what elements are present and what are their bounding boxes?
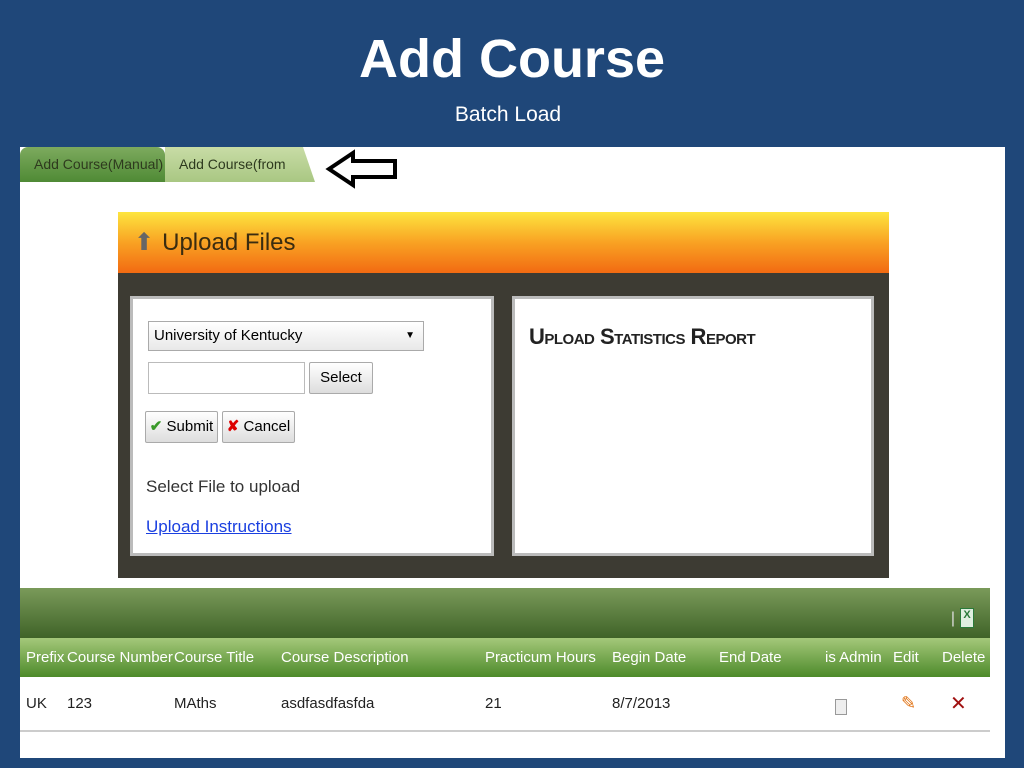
cell-course-title: MAths — [174, 695, 217, 712]
col-course-title[interactable]: Course Title — [174, 649, 281, 666]
upload-report: Upload Statistics Report — [512, 296, 874, 556]
file-path-input[interactable] — [148, 362, 305, 394]
slide-subtitle: Batch Load — [454, 103, 562, 126]
cell-course-number: 123 — [67, 695, 93, 712]
upload-hint: Select File to upload — [146, 477, 301, 496]
submit-button[interactable]: ✔ Submit — [145, 411, 218, 443]
cell-course-description: asdfasdfasfda — [281, 695, 375, 712]
col-edit: Edit — [893, 649, 919, 666]
university-select[interactable]: University of Kentucky ▼ — [148, 321, 424, 351]
slide-title: Add Course — [358, 29, 666, 89]
upload-arrow-icon: ⬆ — [134, 229, 155, 256]
col-course-number[interactable]: Course Number — [67, 649, 174, 666]
is-admin-checkbox[interactable] — [835, 698, 847, 715]
col-begin-date[interactable]: Begin Date — [612, 649, 719, 666]
col-end-date[interactable]: End Date — [719, 649, 825, 666]
report-title: Upload Statistics Report — [529, 324, 756, 349]
tab-add-course-manual[interactable]: Add Course(Manual) — [20, 147, 165, 182]
upload-header: ⬆ Upload Files — [118, 212, 889, 273]
upload-panel: ⬆ Upload Files University of Kentucky ▼ S… — [118, 212, 889, 578]
cell-begin-date: 8/7/2013 — [612, 695, 671, 712]
upload-form: University of Kentucky ▼ Select ✔ Submit … — [130, 296, 494, 556]
delete-x-icon[interactable]: ✕ — [942, 691, 982, 716]
col-is-admin[interactable]: is Admin — [825, 649, 893, 666]
chevron-down-icon: ▼ — [405, 330, 415, 341]
col-course-description[interactable]: Course Description — [281, 649, 485, 666]
select-file-button[interactable]: Select — [309, 362, 373, 394]
edit-pencil-icon[interactable]: ✎ — [893, 693, 942, 714]
col-practicum-hours[interactable]: Practicum Hours — [485, 649, 612, 666]
table-row: UK 123 MAths asdfasdfasfda 21 8/7/2013 ✎… — [20, 677, 990, 732]
cancel-button[interactable]: ✘ Cancel — [222, 411, 295, 443]
app-screenshot: Add Course(Manual) Add Course(from File)… — [20, 147, 1005, 758]
excel-export-icon[interactable]: X — [960, 608, 974, 628]
arrow-left-icon — [325, 149, 397, 189]
grid-header: Prefix Course Number Course Title Course… — [20, 638, 990, 677]
cell-practicum-hours: 21 — [485, 695, 502, 712]
col-prefix[interactable]: Prefix — [20, 649, 67, 666]
check-icon: ✔ — [149, 418, 163, 435]
col-delete: Delete — [942, 649, 986, 666]
upload-title: Upload Files — [162, 228, 296, 256]
grid-toolbar: | X — [20, 588, 990, 638]
tab-add-course-from-file[interactable]: Add Course(from File) — [165, 147, 315, 182]
upload-instructions-link[interactable]: Upload Instructions — [146, 517, 292, 537]
x-icon: ✘ — [226, 418, 240, 435]
course-grid: | X Prefix Course Number Course Title Co… — [20, 588, 990, 732]
cell-prefix: UK — [26, 695, 47, 712]
